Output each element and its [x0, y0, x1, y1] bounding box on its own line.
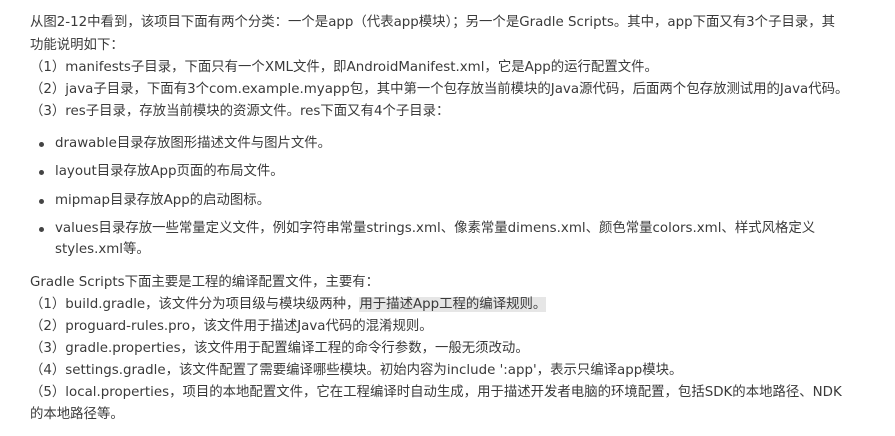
- bullet-dot-icon: [39, 170, 44, 175]
- gradle-item-build: （1）build.gradle，该文件分为项目级与模块级两种，用于描述App工程…: [30, 295, 547, 315]
- gradle-item-local-continuation: 的本地路径等。: [30, 407, 124, 422]
- bullet-text: drawable目录存放图形描述文件与图片文件。: [55, 136, 332, 151]
- gradle-intro: Gradle Scripts下面主要是工程的编译配置文件，主要有：: [30, 275, 380, 290]
- app-dir-java: （2）java子目录，下面有3个com.example.myapp包，其中第一个…: [30, 82, 849, 97]
- bullet-text: values目录存放一些常量定义文件，例如字符串常量strings.xml、像素…: [55, 221, 816, 236]
- gradle-item-build-prefix: （1）build.gradle，该文件分为项目级与模块级两种，: [30, 297, 360, 312]
- bullet-dot-icon: [39, 199, 44, 204]
- gradle-item-proguard: （2）proguard-rules.pro，该文件用于描述Java代码的混淆规则…: [30, 319, 433, 334]
- bullet-text: mipmap目录存放App的启动图标。: [55, 193, 271, 208]
- bullet-text: layout目录存放App页面的布局文件。: [55, 164, 284, 179]
- app-dir-manifests: （1）manifests子目录，下面只有一个XML文件，即AndroidMani…: [30, 60, 658, 75]
- gradle-item-properties: （3）gradle.properties，该文件用于配置编译工程的命令行参数，一…: [30, 341, 529, 356]
- bullet-dot-icon: [39, 227, 44, 232]
- bullet-dot-icon: [39, 142, 44, 147]
- gradle-item-local: （5）local.properties，项目的本地配置文件，它在工程编译时自动生…: [30, 385, 842, 400]
- app-dir-res: （3）res子目录，存放当前模块的资源文件。res下面又有4个子目录：: [30, 104, 450, 119]
- gradle-item-settings: （4）settings.gradle，该文件配置了需要编译哪些模块。初始内容为i…: [30, 363, 683, 378]
- intro-line-2: 功能说明如下：: [30, 38, 124, 53]
- highlighted-selection[interactable]: 用于描述App工程的编译规则。: [359, 297, 547, 312]
- intro-line-1: 从图2-12中看到，该项目下面有两个分类：一个是app（代表app模块）；另一个…: [30, 15, 836, 30]
- bullet-continuation: styles.xml等。: [55, 242, 150, 257]
